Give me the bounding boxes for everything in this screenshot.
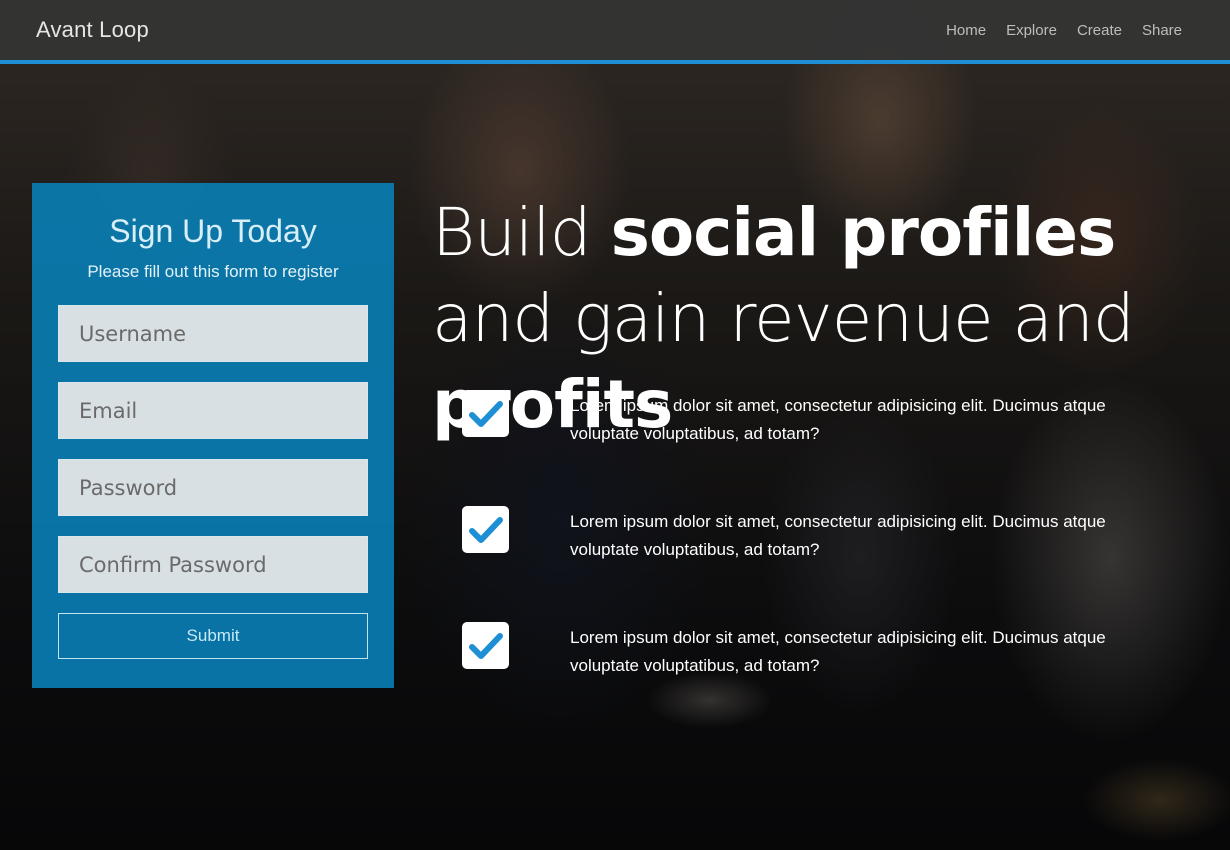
check-icon [462, 390, 509, 437]
hero-title-part: Build [432, 194, 611, 271]
confirm-password-input[interactable] [58, 536, 368, 593]
signup-subtitle: Please fill out this form to register [87, 262, 339, 281]
hero-title-bold: social profiles [610, 194, 1117, 271]
feature-list: Lorem ipsum dolor sit amet, consectetur … [462, 390, 1170, 738]
nav-links: Home Explore Create Share [946, 22, 1182, 39]
feature-item: Lorem ipsum dolor sit amet, consectetur … [462, 622, 1170, 738]
brand-logo[interactable]: Avant Loop [36, 17, 149, 43]
signup-title: Sign Up Today [109, 213, 317, 249]
check-icon [462, 622, 509, 669]
feature-text: Lorem ipsum dolor sit amet, consectetur … [570, 628, 1106, 675]
signup-form: Sign Up Today Please fill out this form … [32, 183, 394, 688]
email-input[interactable] [58, 382, 368, 439]
username-input[interactable] [58, 305, 368, 362]
nav-link-explore[interactable]: Explore [1006, 22, 1057, 39]
feature-item: Lorem ipsum dolor sit amet, consectetur … [462, 506, 1170, 622]
password-input[interactable] [58, 459, 368, 516]
nav-link-create[interactable]: Create [1077, 22, 1122, 39]
hero-title-part: and gain revenue and [432, 280, 1135, 357]
feature-text: Lorem ipsum dolor sit amet, consectetur … [570, 512, 1106, 559]
feature-text: Lorem ipsum dolor sit amet, consectetur … [570, 396, 1106, 443]
feature-item: Lorem ipsum dolor sit amet, consectetur … [462, 390, 1170, 506]
check-icon [462, 506, 509, 553]
navbar: Avant Loop Home Explore Create Share [0, 0, 1230, 64]
nav-link-share[interactable]: Share [1142, 22, 1182, 39]
submit-button[interactable]: Submit [58, 613, 368, 659]
nav-link-home[interactable]: Home [946, 22, 986, 39]
